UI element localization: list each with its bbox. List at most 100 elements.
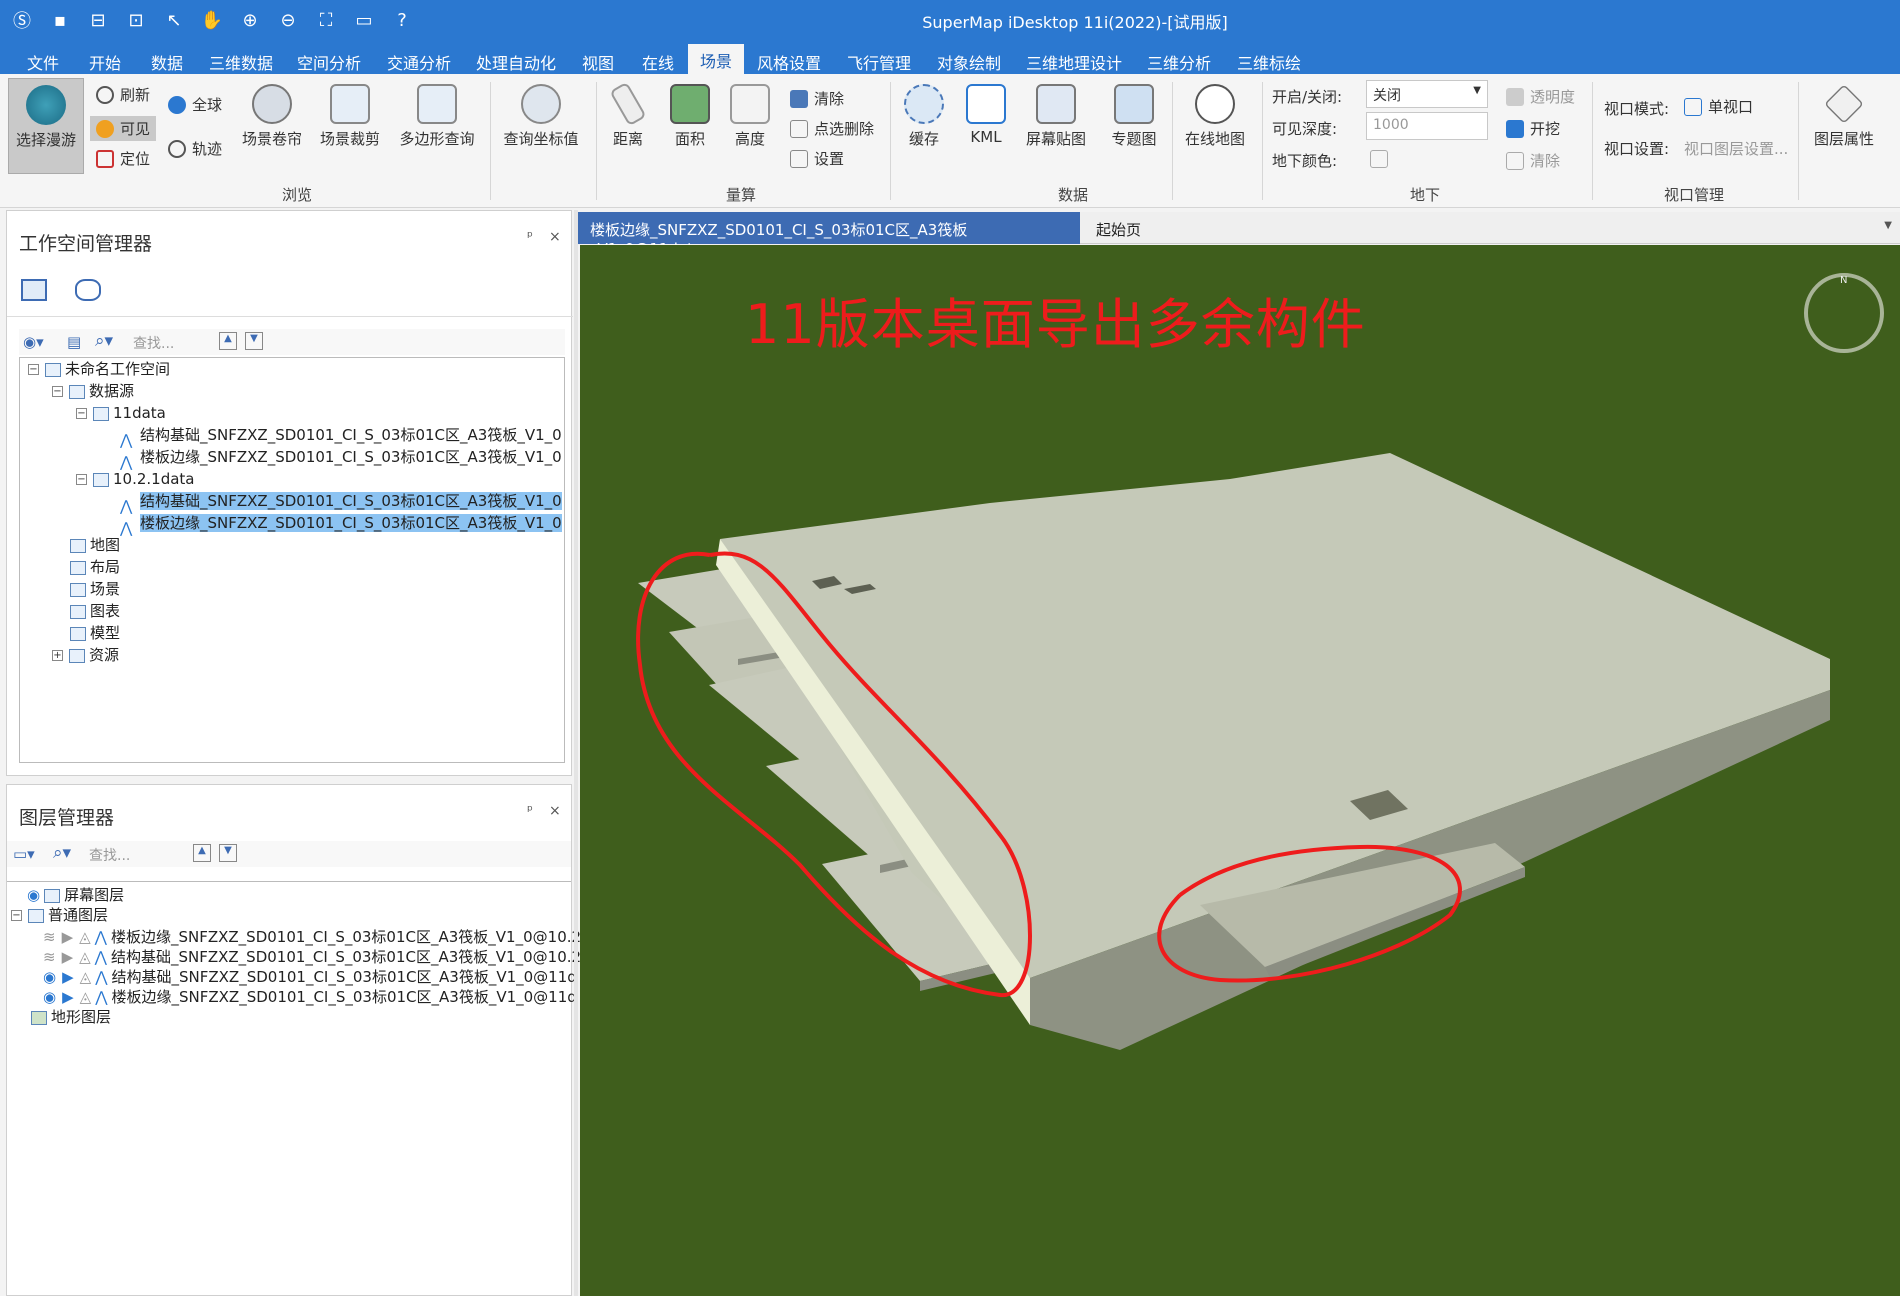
arrow-down-icon[interactable]: ▼ <box>245 332 263 350</box>
close-icon[interactable]: × <box>549 229 561 245</box>
menu-tab[interactable]: 三维分析 <box>1134 46 1224 74</box>
measure-settings-button[interactable]: 设置 <box>790 148 844 169</box>
tree-item-ds2[interactable]: −10.2.1data <box>76 468 195 490</box>
add-layer-icon[interactable]: ▭▾ <box>13 845 35 863</box>
editable-icon[interactable]: ◬ <box>79 948 91 966</box>
viewport-settings-button[interactable]: 视口图层设置... <box>1684 138 1788 159</box>
eye-hidden-icon[interactable]: ≋ <box>43 928 56 946</box>
terrain-layer[interactable]: 地形图层 <box>31 1006 111 1028</box>
menu-tab[interactable]: 在线 <box>628 46 688 74</box>
normal-layer-group[interactable]: − 普通图层 <box>11 904 108 926</box>
menu-tab[interactable]: 数据 <box>136 46 198 74</box>
scene-clip-button[interactable]: 场景裁剪 <box>314 84 386 149</box>
refresh-button[interactable]: 刷新 <box>96 84 150 105</box>
close-icon[interactable]: × <box>549 803 561 819</box>
eye-hidden-icon[interactable]: ≋ <box>43 948 56 966</box>
locate-button[interactable]: 定位 <box>96 148 150 169</box>
layer-item[interactable]: ≋ ▶ ◬ ⋀ 结构基础_SNFZXZ_SD0101_CI_S_03标01C区_A3筏板… <box>43 946 581 968</box>
distance-button[interactable]: 距离 <box>600 81 656 149</box>
menu-tab[interactable]: 处理自动化 <box>464 46 568 74</box>
menu-tab[interactable]: 飞行管理 <box>834 46 924 74</box>
menu-tab[interactable]: 对象绘制 <box>924 46 1014 74</box>
query-coord-button[interactable]: 查询坐标值 <box>496 84 586 149</box>
tree-item-resources[interactable]: + 资源 <box>52 644 119 666</box>
chevron-down-icon[interactable]: ▼ <box>1884 220 1892 231</box>
menu-tab[interactable]: 开始 <box>74 46 136 74</box>
selectable-icon[interactable]: ▶ <box>62 988 74 1006</box>
point-delete-button[interactable]: 点选删除 <box>790 118 874 139</box>
datasource-view-icon[interactable] <box>75 279 101 301</box>
tree-item-root[interactable]: − 未命名工作空间 <box>28 358 170 380</box>
tree-item-scenes[interactable]: 场景 <box>70 578 120 600</box>
globe-button[interactable]: 全球 <box>168 94 222 115</box>
editable-icon[interactable]: ◬ <box>80 988 92 1006</box>
arrow-down-icon[interactable]: ▼ <box>219 844 237 862</box>
screen-overlay-button[interactable]: 屏幕贴图 <box>1020 84 1092 149</box>
layer-search-input[interactable]: 查找... <box>89 845 130 865</box>
selectable-icon[interactable]: ▶ <box>62 968 74 986</box>
area-button[interactable]: 面积 <box>662 84 718 149</box>
scene-roller-button[interactable]: 场景卷帘 <box>236 84 308 149</box>
excavate-button[interactable]: 开挖 <box>1506 118 1560 139</box>
tree-item-charts[interactable]: 图表 <box>70 600 120 622</box>
tree-item-ds2-dataset[interactable]: ⋀ 楼板边缘_SNFZXZ_SD0101_CI_S_03标01C区_A3筏板_V1… <box>120 512 562 537</box>
track-button[interactable]: 轨迹 <box>168 138 222 159</box>
tree-item-models[interactable]: 模型 <box>70 622 120 644</box>
pin-icon[interactable]: ᵖ <box>527 803 533 819</box>
menu-tab[interactable]: 三维标绘 <box>1224 46 1314 74</box>
tab-scene-document[interactable]: 楼板边缘_SNFZXZ_SD0101_CI_S_03标01C区_A3筏板_V1_… <box>578 212 1080 258</box>
tab-start-page[interactable]: 起始页 <box>1084 212 1153 244</box>
visible-button[interactable]: 可见 <box>90 116 157 141</box>
layer-props-button[interactable]: 图层属性 <box>1804 84 1884 149</box>
polygon-query-button[interactable]: 多边形查询 <box>392 84 482 149</box>
kml-button[interactable]: KML <box>958 84 1014 146</box>
workspace-search-input[interactable]: 查找... <box>133 333 174 353</box>
search-icon[interactable]: ⌕▾ <box>53 843 71 863</box>
layer-item[interactable]: ◉ ▶ ◬ ⋀ 楼板边缘_SNFZXZ_SD0101_CI_S_03标01C区_A3筏板… <box>43 986 577 1008</box>
eye-icon[interactable]: ◉ <box>43 988 56 1006</box>
menu-tab[interactable]: 三维数据 <box>198 46 284 74</box>
pin-icon[interactable]: ᵖ <box>527 229 533 245</box>
menu-tab[interactable]: 空间分析 <box>284 46 374 74</box>
viewport-mode-select[interactable]: 单视口 <box>1684 96 1753 117</box>
layer-item[interactable]: ≋ ▶ ◬ ⋀ 楼板边缘_SNFZXZ_SD0101_CI_S_03标01C区_A3筏板… <box>43 926 581 948</box>
selectable-icon[interactable]: ▶ <box>62 948 74 966</box>
search-icon[interactable]: ⌕▾ <box>95 331 113 351</box>
editable-icon[interactable]: ◬ <box>79 928 91 946</box>
tree-item-layouts[interactable]: 布局 <box>70 556 120 578</box>
thematic-button[interactable]: 专题图 <box>1104 84 1164 149</box>
tree-item-ds2-dataset[interactable]: ⋀ 结构基础_SNFZXZ_SD0101_CI_S_03标01C区_A3筏板_V1… <box>120 490 562 515</box>
workspace-open-icon[interactable]: ▤ <box>67 333 81 351</box>
underground-color-button[interactable] <box>1370 150 1388 168</box>
eye-icon[interactable]: ◉ <box>27 886 40 904</box>
tree-item-ds1[interactable]: −11data <box>76 402 166 424</box>
eye-dropdown-icon[interactable]: ◉▾ <box>23 333 44 351</box>
tree-item-maps[interactable]: 地图 <box>70 534 120 556</box>
menu-tab[interactable]: 交通分析 <box>374 46 464 74</box>
menu-tab[interactable]: 场景 <box>688 44 744 74</box>
selectable-icon[interactable]: ▶ <box>62 928 74 946</box>
underground-clear-button[interactable]: 清除 <box>1506 150 1560 171</box>
online-map-button[interactable]: 在线地图 <box>1176 84 1254 149</box>
workspace-view-icon[interactable] <box>21 279 47 301</box>
menu-tab[interactable]: 风格设置 <box>744 46 834 74</box>
arrow-up-icon[interactable]: ▲ <box>219 332 237 350</box>
menu-tab[interactable]: 视图 <box>568 46 628 74</box>
select-roam-button[interactable]: 选择漫游 <box>8 78 84 174</box>
cache-button[interactable]: 缓存 <box>896 84 952 149</box>
tree-item-ds1-dataset[interactable]: ⋀ 结构基础_SNFZXZ_SD0101_CI_S_03标01C区_A3筏板_V1… <box>120 424 562 449</box>
underground-depth-input[interactable]: 1000 <box>1366 112 1488 140</box>
editable-icon[interactable]: ◬ <box>80 968 92 986</box>
scene-viewport[interactable]: N 11版本桌面导出多余构件 <box>580 245 1900 1296</box>
arrow-up-icon[interactable]: ▲ <box>193 844 211 862</box>
menu-tab[interactable]: 文件 <box>12 46 74 74</box>
layer-item[interactable]: ◉ ▶ ◬ ⋀ 结构基础_SNFZXZ_SD0101_CI_S_03标01C区_A3筏板… <box>43 966 577 988</box>
menu-tab[interactable]: 三维地理设计 <box>1014 46 1134 74</box>
tree-item-datasource[interactable]: − 数据源 <box>52 380 134 402</box>
measure-clear-button[interactable]: 清除 <box>790 88 844 109</box>
transparency-button[interactable]: 透明度 <box>1506 86 1575 107</box>
underground-onoff-select[interactable]: 关闭 ▼ <box>1366 80 1488 108</box>
screen-layer[interactable]: ◉ 屏幕图层 <box>27 884 124 906</box>
eye-icon[interactable]: ◉ <box>43 968 56 986</box>
tree-item-ds1-dataset[interactable]: ⋀ 楼板边缘_SNFZXZ_SD0101_CI_S_03标01C区_A3筏板_V1… <box>120 446 562 471</box>
